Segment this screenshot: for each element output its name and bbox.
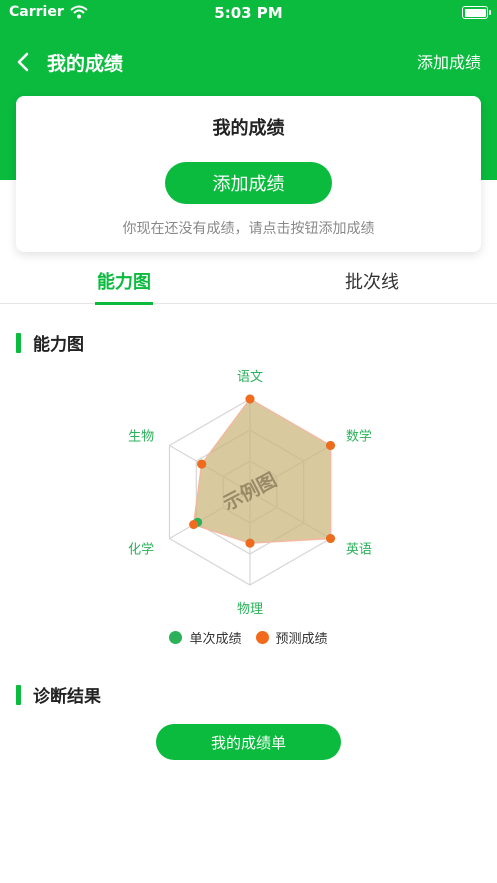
my-report-button[interactable]: 我的成绩单 [156,724,341,760]
radar-point-predicted-5 [197,459,207,469]
section-marker [16,684,21,705]
ability-section-header: 能力图 [16,330,84,355]
page-title: 我的成绩 [47,53,124,75]
legend-dot-predicted [255,631,269,644]
score-card: 我的成绩 添加成绩 你现在还没有成绩，请点击按钮添加成绩 [16,96,481,252]
back-arrow-icon[interactable] [12,50,34,74]
diagnosis-section-header: 诊断结果 [16,682,101,707]
legend-label-single: 单次成绩 [189,632,242,647]
radar-point-predicted-4 [189,520,199,530]
legend-dot-single [169,631,183,644]
tab-ability[interactable]: 能力图 [64,268,184,294]
empty-hint: 你现在还没有成绩，请点击按钮添加成绩 [122,221,375,237]
navigation-bar: 我的成绩 添加成绩 [0,40,497,84]
radar-axis-label-0: 语文 [237,370,263,385]
radar-area [192,398,332,544]
radar-axis-label-3: 物理 [237,602,263,617]
legend-item-predicted: 预测成绩 [255,628,328,647]
add-score-nav-button[interactable]: 添加成绩 [417,49,481,73]
active-tab-indicator [95,302,153,305]
tab-bar: 能力图 批次线 [0,258,497,305]
radar-point-predicted-3 [245,538,255,548]
legend-label-predicted: 预测成绩 [275,632,328,647]
radar-axis-label-4: 化学 [128,542,154,558]
battery-icon [462,6,491,19]
radar-axis-label-1: 数学 [346,429,372,445]
legend-item-single: 单次成绩 [169,628,242,647]
radar-axis-label-2: 英语 [346,543,372,558]
card-title: 我的成绩 [212,118,285,139]
chart-legend: 单次成绩 预测成绩 [0,628,497,647]
radar-axis-label-5: 生物 [128,430,154,445]
status-bar: Carrier 5:03 PM [0,0,497,26]
radar-point-predicted-1 [326,441,336,450]
status-time: 5:03 PM [214,4,283,22]
add-score-button[interactable]: 添加成绩 [165,162,332,204]
diagnosis-section-title: 诊断结果 [33,687,101,707]
tab-batch-line[interactable]: 批次线 [312,268,432,294]
section-marker [16,332,21,353]
radar-point-predicted-0 [245,394,255,404]
ability-radar-chart: 示例图语文数学英语物理化学生物 [128,370,372,617]
radar-point-predicted-2 [326,534,336,543]
ability-section-title: 能力图 [33,335,84,355]
